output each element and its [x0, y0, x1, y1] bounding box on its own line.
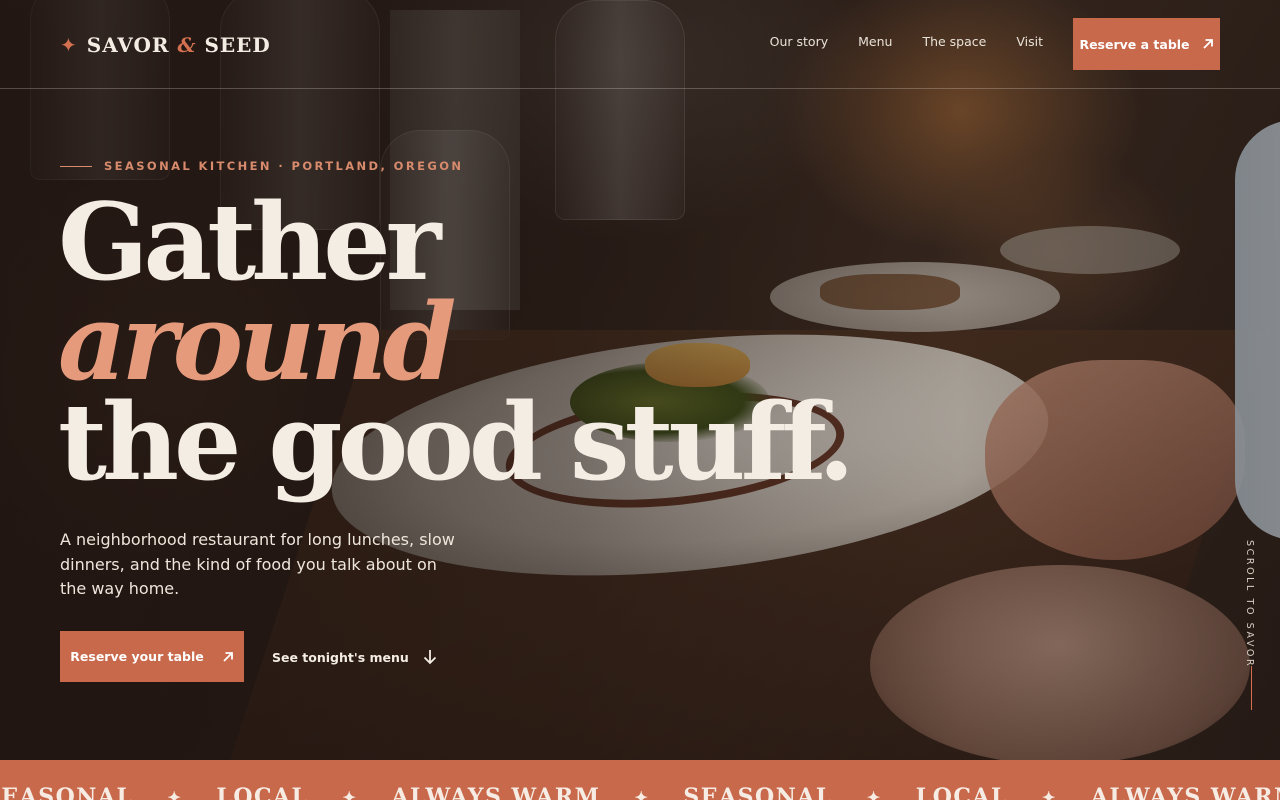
- headline-line-1: Gather: [58, 179, 442, 304]
- arrow-up-right-icon: [1202, 39, 1213, 49]
- reserve-table-label: Reserve a table: [1079, 36, 1190, 52]
- arrow-down-icon: [423, 650, 436, 665]
- logo[interactable]: ✦ SAVOR & SEED: [60, 30, 271, 60]
- nav-item-the-space[interactable]: The space: [922, 34, 986, 49]
- logo-text: SAVOR & SEED: [87, 33, 271, 57]
- hero-description: A neighborhood restaurant for long lunch…: [60, 530, 455, 598]
- scroll-cue-line: [1251, 666, 1252, 710]
- star-separator-icon: ✦: [342, 787, 358, 800]
- logo-ampersand: &: [177, 33, 197, 57]
- nav-item-our-story[interactable]: Our story: [770, 34, 828, 49]
- hero-eyebrow: SEASONAL KITCHEN · PORTLAND, OREGON: [60, 159, 463, 173]
- see-menu-link[interactable]: See tonight's menu: [272, 646, 437, 668]
- arrow-up-right-icon: [223, 651, 233, 662]
- star-separator-icon: ✦: [1041, 787, 1057, 800]
- marquee-track: SEASONAL ✦ LOCAL ✦ ALWAYS WARM ✦ SEASONA…: [0, 784, 1280, 800]
- main-nav: Our story Menu The space Visit: [770, 34, 1043, 49]
- see-menu-label: See tonight's menu: [272, 649, 409, 665]
- reserve-your-table-button[interactable]: Reserve your table: [60, 631, 244, 682]
- marquee-item: ALWAYS WARM: [391, 784, 601, 800]
- headline-line-2: around: [58, 279, 456, 404]
- eyebrow-text: SEASONAL KITCHEN · PORTLAND, OREGON: [104, 159, 464, 173]
- sparkle-icon: ✦: [60, 33, 77, 57]
- star-separator-icon: ✦: [634, 787, 650, 800]
- headline-line-3: the good stuff.: [58, 379, 855, 504]
- marquee-item: SEASONAL: [0, 784, 134, 800]
- star-separator-icon: ✦: [866, 787, 882, 800]
- marquee-item: ALWAYS WARM: [1090, 784, 1280, 800]
- logo-name-part2: SEED: [204, 33, 271, 57]
- reserve-your-table-label: Reserve your table: [70, 649, 204, 664]
- scroll-cue-text: SCROLL TO SAVOR: [1244, 540, 1255, 669]
- nav-item-menu[interactable]: Menu: [858, 34, 892, 49]
- eyebrow-rule: [60, 165, 92, 167]
- hero-headline: Gather around the good stuff.: [58, 179, 855, 504]
- site-header: ✦ SAVOR & SEED Our story Menu The space …: [0, 0, 1280, 89]
- marquee-item: SEASONAL: [683, 784, 833, 800]
- nav-item-visit[interactable]: Visit: [1016, 34, 1043, 49]
- reserve-table-button[interactable]: Reserve a table: [1073, 18, 1220, 70]
- marquee-item: LOCAL: [216, 784, 309, 800]
- logo-name-part1: SAVOR: [86, 33, 170, 57]
- scroll-cue[interactable]: SCROLL TO SAVOR: [1244, 540, 1260, 710]
- marquee-item: LOCAL: [915, 784, 1008, 800]
- marquee-band: SEASONAL ✦ LOCAL ✦ ALWAYS WARM ✦ SEASONA…: [0, 760, 1280, 800]
- star-separator-icon: ✦: [167, 787, 183, 800]
